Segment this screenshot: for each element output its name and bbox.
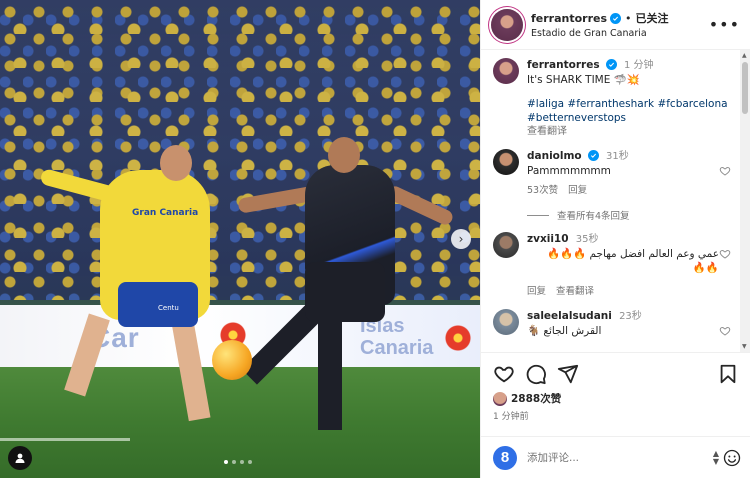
carousel-dot (248, 460, 252, 464)
comment-row: zvxii10 35秒 عمي وعم العالم افضل مهاجم 🔥🔥… (493, 232, 733, 299)
user-tag-button[interactable] (8, 446, 32, 470)
player-dark-shorts (305, 262, 385, 322)
player-dark-leg (318, 320, 342, 430)
scrollbar-thumb[interactable] (742, 62, 748, 114)
player-yellow-head (160, 145, 192, 181)
post-actions-area: 2888次赞 1 分钟前 (481, 352, 750, 436)
caption-avatar[interactable] (493, 58, 519, 84)
comment-time: 31秒 (606, 151, 629, 162)
pitch-line (0, 438, 130, 441)
post-side-panel: ferrantorres • 已关注 Estadio de Gran Canar… (480, 0, 750, 478)
heart-icon[interactable] (719, 248, 731, 260)
comment-icon[interactable] (525, 363, 547, 385)
comment-input[interactable] (527, 451, 713, 464)
bookmark-icon[interactable] (717, 363, 739, 385)
player-dark-head (328, 137, 360, 173)
comment-text: 🐐 القرش الجائع (527, 325, 602, 337)
carousel-next-button[interactable]: › (451, 229, 471, 249)
commenter-username[interactable]: daniolmo (527, 150, 582, 162)
carousel-dots (224, 460, 252, 464)
heart-icon[interactable] (719, 165, 731, 177)
caption-username[interactable]: ferrantorres (527, 59, 600, 71)
commenter-avatar[interactable] (493, 309, 519, 335)
instagram-post-modal: Car Islas Canaria Gran Canaria Centu › f… (0, 0, 750, 478)
comment-text: عمي وعم العالم افضل مهاجم 🔥🔥🔥 (546, 248, 719, 260)
jersey-sponsor-text: Gran Canaria (132, 208, 199, 218)
verified-icon (610, 12, 622, 24)
spin-down-arrow[interactable]: ▼ (713, 457, 719, 466)
caption-row: ferrantorres 1 分钟 It's SHARK TIME 🦈💥 #la… (493, 58, 733, 139)
likes-summary[interactable]: 2888次赞 (493, 391, 739, 406)
comment-text: Pammmmmmm (527, 165, 611, 177)
caption-text: It's SHARK TIME 🦈💥 (527, 74, 640, 86)
comments-scrollbar[interactable]: ▲ ▼ (740, 50, 750, 352)
commenter-username[interactable]: zvxii10 (527, 233, 569, 245)
likes-count: 2888次赞 (511, 393, 562, 405)
commenter-username[interactable]: saleelalsudani (527, 310, 612, 322)
crowd-background (0, 0, 480, 300)
input-spin-control[interactable]: ▲ ▼ (713, 449, 719, 466)
share-icon[interactable] (557, 363, 579, 385)
post-header: ferrantorres • 已关注 Estadio de Gran Canar… (481, 0, 750, 50)
commenter-avatar[interactable] (493, 149, 519, 175)
verified-icon (587, 150, 599, 161)
post-photo[interactable]: Car Islas Canaria Gran Canaria Centu › (0, 0, 480, 478)
author-avatar[interactable] (491, 8, 523, 41)
comment-reply-button[interactable]: 回复 (568, 184, 587, 198)
posted-time: 1 分钟前 (493, 412, 529, 422)
carousel-dot (240, 460, 244, 464)
comment-row: daniolmo 31秒 Pammmmmmm 53次赞 回复 (493, 149, 733, 198)
comment-time: 23秒 (619, 311, 642, 322)
scroll-down-arrow[interactable]: ▼ (742, 343, 747, 350)
post-location[interactable]: Estadio de Gran Canaria (531, 28, 709, 39)
view-replies-label: 查看所有4条回复 (557, 211, 630, 222)
scroll-up-arrow[interactable]: ▲ (742, 52, 747, 59)
view-replies-button[interactable]: 查看所有4条回复 (527, 208, 733, 222)
emoji-icon[interactable] (723, 449, 741, 467)
chevron-right-icon: › (458, 232, 464, 246)
header-separator: • (625, 11, 632, 25)
player-yellow-shorts: Centu (118, 282, 198, 327)
caption-translate-link[interactable]: 查看翻译 (527, 125, 733, 139)
comment-text-continued: 🔥🔥 (692, 262, 719, 274)
comment-reply-button[interactable]: 回复 (527, 285, 546, 299)
user-tag-icon (15, 453, 25, 463)
replies-divider (527, 214, 549, 216)
comment-time: 35秒 (575, 234, 599, 245)
comment-likes[interactable]: 53次赞 (527, 184, 558, 198)
comment-translate-link[interactable]: 查看翻译 (556, 285, 594, 299)
banner-text-right: Islas Canaria (360, 315, 434, 359)
follow-status-button[interactable]: 已关注 (636, 10, 669, 26)
author-username[interactable]: ferrantorres (531, 12, 607, 25)
football (212, 340, 252, 380)
comments-list: ferrantorres 1 分钟 It's SHARK TIME 🦈💥 #la… (481, 50, 743, 352)
liker-avatar (493, 391, 507, 406)
shorts-text: Centu (158, 304, 179, 312)
caption-time: 1 分钟 (623, 60, 654, 71)
comment-row: saleelalsudani 23秒 🐐 القرش الجائع (493, 309, 733, 338)
heart-icon[interactable] (719, 325, 731, 337)
carousel-dot (232, 460, 236, 464)
commenter-avatar[interactable] (493, 232, 519, 258)
caption-hashtags[interactable]: #laliga #ferrantheshark #fcbarcelona #be… (527, 97, 733, 125)
add-comment-bar: 8 ▲ ▼ (481, 436, 750, 478)
app-logo-icon[interactable]: 8 (493, 445, 517, 470)
verified-icon (605, 59, 617, 70)
more-icon[interactable]: ••• (709, 15, 740, 34)
heart-icon[interactable] (493, 363, 515, 385)
carousel-dot (224, 460, 228, 464)
